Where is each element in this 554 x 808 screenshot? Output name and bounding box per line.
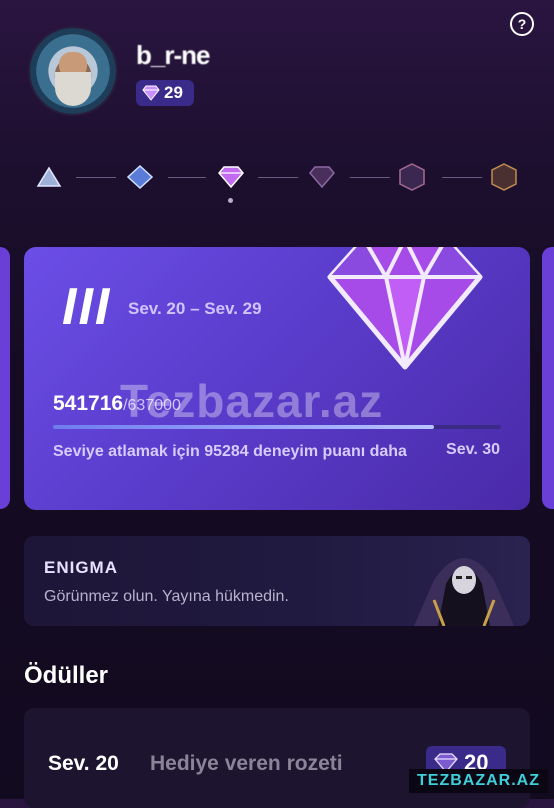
avatar-beard (55, 72, 91, 106)
diamond-icon (327, 247, 483, 370)
footer-watermark: TEZBAZAR.AZ (409, 769, 548, 793)
reward-level: Sev. 20 (48, 752, 119, 775)
tier-roman: III (62, 278, 112, 336)
enigma-subtitle: Görünmez olun. Yayına hükmedin. (44, 588, 289, 605)
enigma-banner[interactable]: ENIGMA Görünmez olun. Yayına hükmedin. (24, 536, 530, 626)
tier-4-gem-icon[interactable] (308, 164, 336, 190)
level-badge: 29 (136, 80, 194, 106)
next-card-peek[interactable] (542, 247, 554, 509)
reward-name: Hediye veren rozeti (150, 752, 343, 775)
tier-2-gem-icon[interactable] (126, 164, 154, 190)
help-button[interactable]: ? (510, 12, 534, 36)
enigma-title: ENIGMA (44, 558, 118, 577)
level-track (0, 158, 554, 208)
current-tier-indicator (228, 198, 233, 203)
purple-gem-icon (142, 85, 160, 101)
hooded-figure-icon (414, 558, 514, 626)
xp-message: Seviye atlamak için 95284 deneyim puanı … (53, 443, 407, 460)
question-circle-icon: ? (517, 16, 527, 32)
tier-5-gem-icon[interactable] (398, 163, 426, 191)
xp-current: 541716 (53, 392, 124, 415)
watermark: Tezbazar.az (120, 375, 384, 427)
tier-1-gem-icon[interactable] (35, 164, 63, 190)
prev-card-peek[interactable] (0, 247, 10, 509)
username: b_r-ne (136, 40, 210, 70)
level-range: Sev. 20 – Sev. 29 (128, 299, 262, 318)
tier-3-gem-icon[interactable] (217, 164, 245, 190)
tier-6-gem-icon[interactable] (490, 163, 518, 191)
next-level: Sev. 30 (446, 441, 500, 458)
reward-item[interactable]: Sev. 20 Hediye veren rozeti 20 (24, 708, 530, 808)
avatar[interactable] (30, 28, 116, 114)
level-value: 29 (164, 83, 183, 102)
rewards-title: Ödüller (24, 662, 109, 689)
